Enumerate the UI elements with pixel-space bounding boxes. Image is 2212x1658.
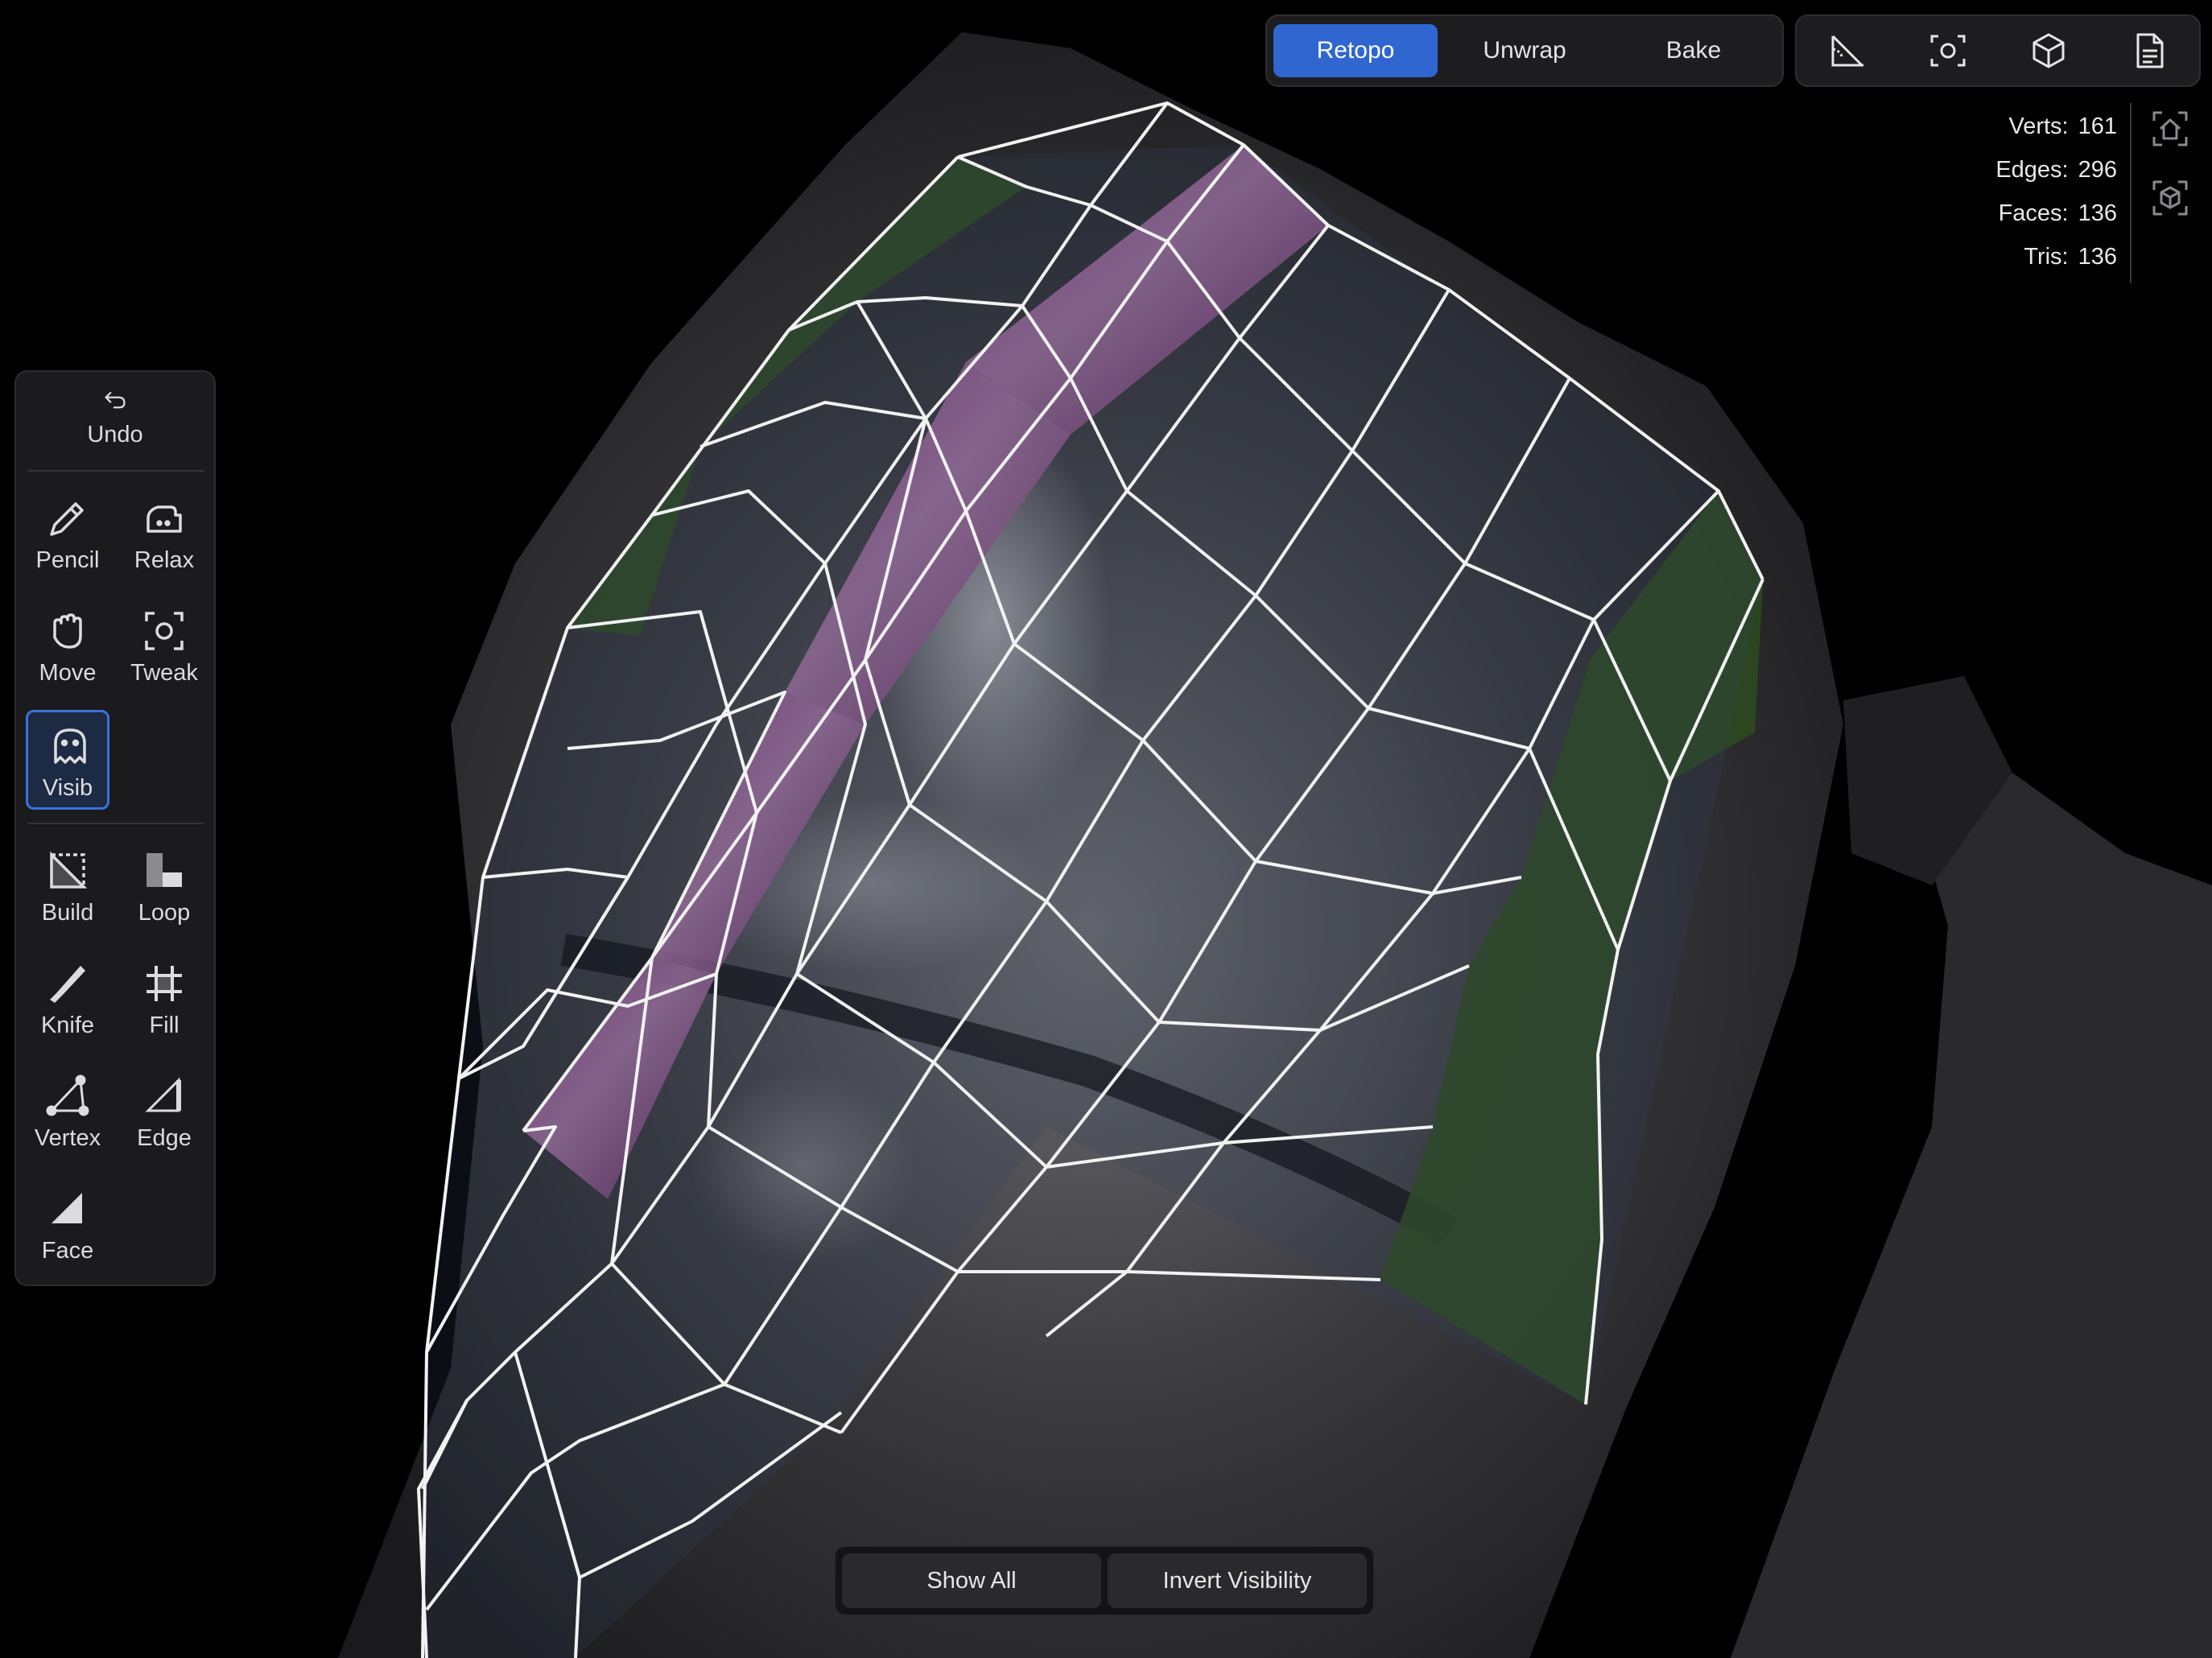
perspective-cube-icon[interactable]	[2144, 172, 2196, 224]
stat-faces: Faces: 136	[1932, 192, 2117, 235]
pencil-tool[interactable]: Pencil	[26, 485, 109, 584]
document-icon[interactable]	[2125, 27, 2173, 75]
fill-tool[interactable]: Fill	[122, 950, 206, 1050]
stats-divider	[2130, 103, 2132, 283]
mode-tabs: Retopo Unwrap Bake	[1265, 14, 1784, 87]
home-view-icon[interactable]	[2144, 103, 2196, 155]
tab-retopo[interactable]: Retopo	[1273, 24, 1438, 77]
relax-label: Relax	[134, 547, 195, 573]
undo-button[interactable]: Undo	[73, 380, 157, 464]
tab-unwrap[interactable]: Unwrap	[1442, 24, 1607, 77]
stat-tris-label: Tris:	[2024, 243, 2069, 270]
stat-verts-label: Verts:	[2008, 113, 2069, 139]
mesh-stats: Verts: 161 Edges: 296 Faces: 136 Tris: 136	[1932, 105, 2117, 278]
knife-tool[interactable]: Knife	[26, 950, 109, 1050]
toolbar-divider	[27, 470, 204, 472]
invert-visibility-button[interactable]: Invert Visibility	[1108, 1553, 1367, 1608]
measure-icon[interactable]	[1823, 27, 1872, 75]
move-label: Move	[39, 660, 97, 686]
face-tool[interactable]: Face	[26, 1175, 109, 1275]
edge-label: Edge	[137, 1125, 192, 1151]
stat-tris-value: 136	[2078, 243, 2117, 270]
stat-verts-value: 161	[2078, 113, 2117, 139]
tweak-label: Tweak	[130, 660, 198, 686]
face-label: Face	[41, 1238, 94, 1264]
tweak-tool[interactable]: Tweak	[122, 597, 206, 697]
stat-tris: Tris: 136	[1932, 235, 2117, 278]
stat-faces-label: Faces:	[1998, 200, 2069, 226]
relax-tool[interactable]: Relax	[122, 485, 206, 584]
toolbar-divider	[27, 823, 204, 824]
stat-verts: Verts: 161	[1932, 105, 2117, 148]
tool-panel: Undo Pencil Relax Move Tweak Visib Build…	[14, 370, 216, 1286]
fill-label: Fill	[149, 1013, 180, 1038]
cube-icon[interactable]	[2024, 27, 2073, 75]
undo-label: Undo	[87, 422, 143, 447]
move-tool[interactable]: Move	[26, 597, 109, 697]
build-tool[interactable]: Build	[26, 837, 109, 937]
visib-tool[interactable]: Visib	[26, 710, 109, 810]
viewport-3d[interactable]	[0, 0, 2212, 1658]
vertex-label: Vertex	[34, 1125, 101, 1151]
edge-tool[interactable]: Edge	[122, 1062, 206, 1162]
visib-label: Visib	[42, 775, 93, 801]
stat-faces-value: 136	[2078, 200, 2117, 226]
knife-label: Knife	[40, 1013, 95, 1038]
loop-label: Loop	[138, 900, 191, 926]
show-all-button[interactable]: Show All	[842, 1553, 1101, 1608]
focus-icon[interactable]	[1924, 27, 1972, 75]
loop-tool[interactable]: Loop	[122, 837, 206, 937]
stat-edges: Edges: 296	[1932, 148, 2117, 192]
build-label: Build	[41, 900, 94, 926]
tab-bake[interactable]: Bake	[1612, 24, 1776, 77]
vertex-tool[interactable]: Vertex	[26, 1062, 109, 1162]
stat-edges-label: Edges:	[1995, 156, 2069, 183]
visibility-actions: Show All Invert Visibility	[834, 1545, 1375, 1616]
pencil-label: Pencil	[35, 547, 100, 573]
view-toolbar	[1795, 14, 2201, 87]
stat-edges-value: 296	[2078, 156, 2117, 183]
